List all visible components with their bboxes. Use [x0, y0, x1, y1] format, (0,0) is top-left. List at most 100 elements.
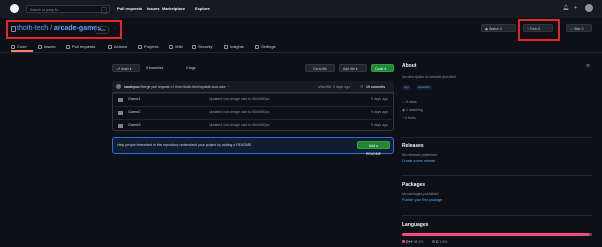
about-heading: About	[402, 63, 417, 69]
language-bar	[402, 233, 592, 236]
commit-pr-source[interactable]: from thoth-tech/update-icon-size	[175, 85, 225, 89]
watch-label: Watch	[489, 27, 499, 31]
tab-insights-label: Insights	[230, 44, 244, 49]
file-commit-message[interactable]: Updated icon image size to 600x600px	[209, 97, 269, 101]
tab-pull-requests-label: Pull requests	[72, 44, 96, 49]
github-logo-icon[interactable]	[10, 4, 19, 13]
add-readme-button[interactable]: Add a README	[357, 141, 390, 156]
tab-actions-label: Actions	[114, 44, 128, 49]
tab-code-label: Code	[17, 44, 27, 49]
tab-issues-label: Issues	[44, 44, 56, 49]
stars-stat[interactable]: ☆ 0 stars	[402, 100, 417, 104]
divider	[402, 215, 592, 216]
go-to-file-button[interactable]: Go to file	[305, 64, 335, 72]
watching-count: 1 watching	[406, 108, 423, 112]
repo-separator: /	[50, 25, 53, 32]
search-input[interactable]: Search or jump to... /	[26, 5, 110, 14]
gear-icon	[255, 44, 259, 49]
add-file-button[interactable]: Add file ▾	[339, 64, 367, 72]
commit-message[interactable]: Merge pull request	[141, 85, 170, 89]
commit-author[interactable]: sarahpos	[124, 85, 140, 89]
history-icon: ↺	[360, 84, 364, 89]
file-commit-message[interactable]: Updated icon image size to 600x600px	[209, 123, 269, 127]
releases-text: No releases published	[402, 153, 437, 157]
branch-select[interactable]: ⎇ main ▾	[112, 64, 140, 72]
fork-button[interactable]: ⑂ Fork 0	[523, 24, 553, 32]
table-icon	[138, 44, 142, 49]
tab-pull-requests[interactable]: Pull requests	[66, 44, 95, 49]
author-avatar[interactable]	[116, 84, 121, 89]
releases-heading: Releases	[402, 143, 424, 149]
branches-link[interactable]: 5 branches	[146, 66, 163, 70]
file-commit-message[interactable]: Updated icon image size to 600x600px	[209, 110, 269, 114]
language-item[interactable]: C++ 98.2%	[402, 240, 424, 244]
commit-summary: sarahpos Merge pull request #4 from thot…	[124, 85, 230, 89]
publish-package-link[interactable]: Publish your first package	[402, 198, 442, 202]
about-description: No description or website provided.	[402, 75, 457, 79]
commit-pr-link[interactable]: #4	[171, 85, 175, 89]
commit-hash[interactable]: a9ac966	[318, 85, 331, 89]
chevron-down-icon: ▾	[129, 67, 132, 71]
nav-issues[interactable]: Issues	[147, 6, 159, 11]
nav-marketplace[interactable]: Marketplace	[162, 6, 185, 11]
star-icon: ☆	[402, 100, 406, 104]
topic-tag[interactable]: cpp	[402, 85, 411, 90]
branch-icon: ⎇	[116, 67, 121, 71]
watching-stat[interactable]: ◉ 1 watching	[402, 108, 423, 112]
commit-time: 9 days ago	[333, 85, 351, 89]
watch-button[interactable]: ◉ Watch 0	[481, 24, 516, 32]
file-date: 9 days ago	[371, 123, 389, 127]
repo-owner-link[interactable]: thoth-tech	[17, 25, 48, 32]
commits-link[interactable]: 19 commits	[366, 85, 385, 89]
eye-icon: ◉	[485, 27, 489, 31]
fork-icon: ⑂	[527, 27, 530, 31]
issue-icon	[38, 44, 42, 49]
divider	[402, 175, 592, 176]
plus-icon[interactable]: +	[574, 5, 577, 11]
tab-security-label: Security	[198, 44, 213, 49]
tab-projects-label: Projects	[144, 44, 159, 49]
divider	[402, 137, 592, 138]
bell-icon[interactable]: 🔔︎	[563, 5, 569, 11]
topic-tag[interactable]: splashkit	[416, 85, 432, 90]
tab-projects[interactable]: Projects	[138, 44, 158, 49]
tab-actions[interactable]: Actions	[108, 44, 127, 49]
more-icon[interactable]: ···	[227, 85, 231, 89]
code-icon	[11, 44, 15, 49]
folder-icon	[118, 111, 123, 115]
tags-link[interactable]: 0 tags	[186, 66, 196, 70]
file-date: 9 days ago	[371, 97, 389, 101]
file-name[interactable]: Game2	[128, 110, 140, 114]
play-icon	[108, 44, 112, 49]
nav-explore[interactable]: Explore	[195, 6, 210, 11]
language-bar-segment	[402, 233, 589, 236]
forks-stat[interactable]: ⑂ 0 forks	[402, 116, 416, 120]
language-item[interactable]: C 1.8%	[432, 240, 448, 244]
tab-issues[interactable]: Issues	[38, 44, 56, 49]
tab-wiki[interactable]: Wiki	[169, 44, 183, 49]
file-name[interactable]: Game3	[128, 123, 140, 127]
repo-icon	[11, 26, 16, 32]
star-label: Star	[574, 27, 581, 31]
fork-label: Fork	[530, 27, 538, 31]
search-shortcut: /	[101, 7, 107, 14]
tab-settings[interactable]: Settings	[255, 44, 275, 49]
tab-insights[interactable]: Insights	[224, 44, 244, 49]
active-tab-underline	[11, 50, 33, 52]
create-release-link[interactable]: Create a new release	[402, 159, 435, 163]
nav-pull-requests[interactable]: Pull requests	[117, 6, 142, 11]
chevron-down-icon: ▾	[355, 67, 358, 71]
repo-title: thoth-tech / arcade-games	[17, 25, 101, 32]
file-name[interactable]: Game1	[128, 97, 140, 101]
star-button[interactable]: ☆ Star 0	[566, 24, 592, 32]
chevron-down-icon: ▾	[384, 67, 387, 71]
star-count: 0	[581, 27, 584, 31]
languages-heading: Languages	[402, 222, 429, 228]
gear-icon[interactable]: ⚙	[586, 63, 590, 69]
tab-code[interactable]: Code	[11, 44, 27, 49]
avatar[interactable]	[585, 4, 593, 12]
tab-security[interactable]: Security	[192, 44, 212, 49]
add-file-label: Add file	[343, 67, 355, 71]
code-button[interactable]: Code ▾	[371, 64, 394, 72]
book-icon	[169, 44, 173, 49]
